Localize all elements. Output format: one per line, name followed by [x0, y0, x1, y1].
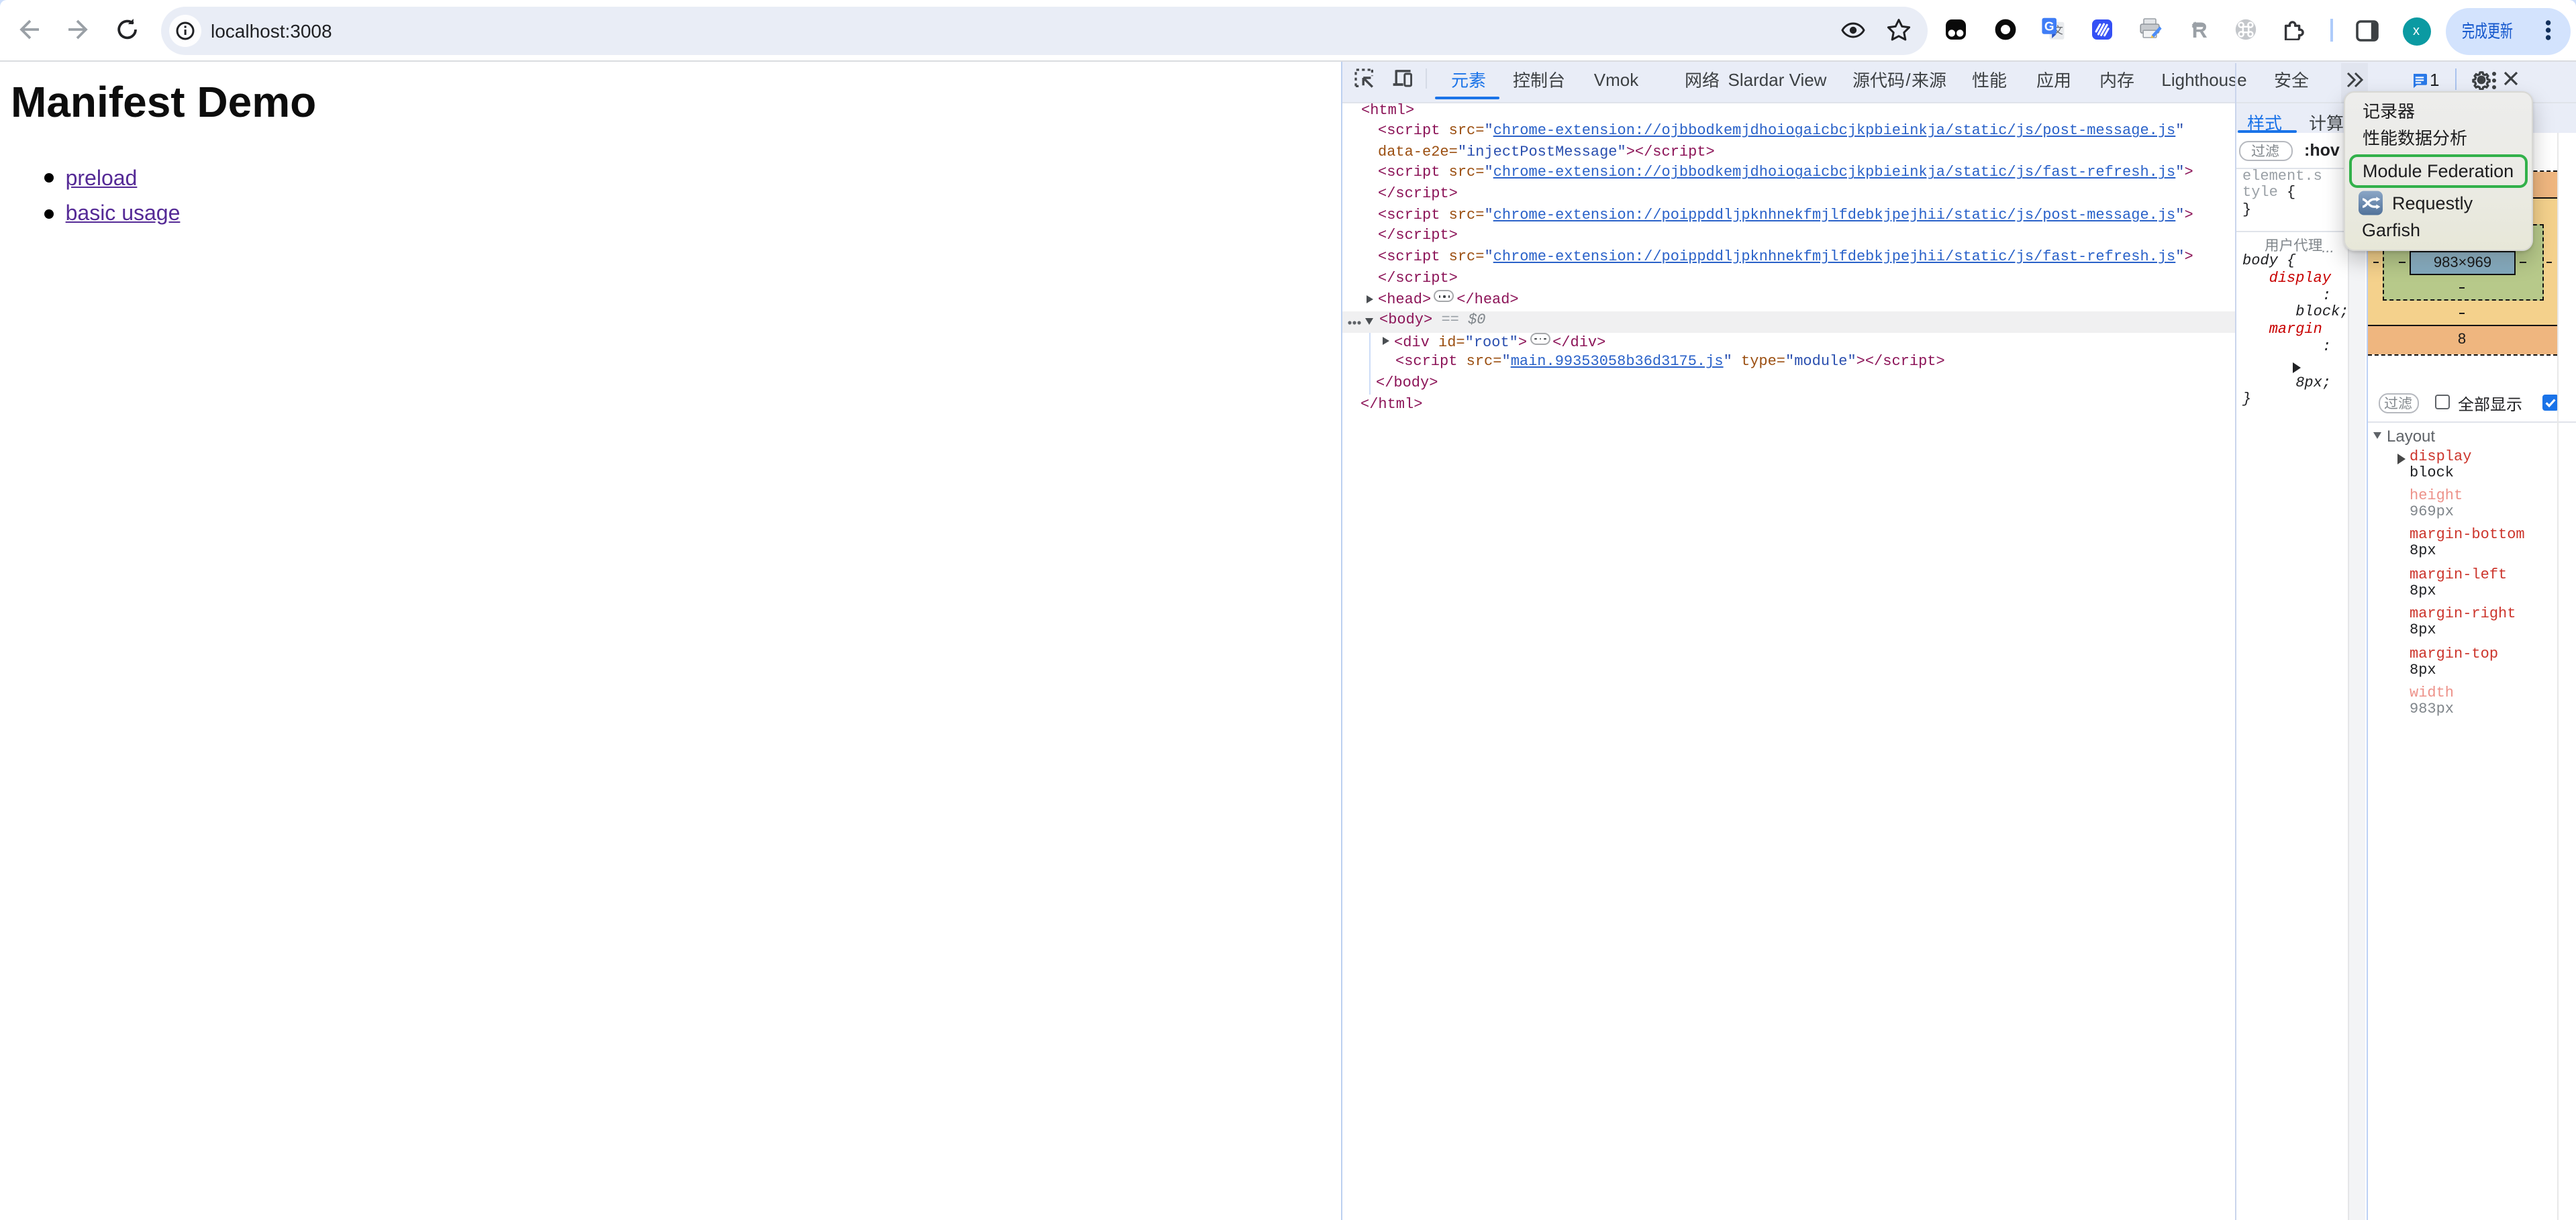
svg-text:G: G: [2044, 19, 2054, 34]
svg-text:R: R: [2191, 17, 2207, 41]
